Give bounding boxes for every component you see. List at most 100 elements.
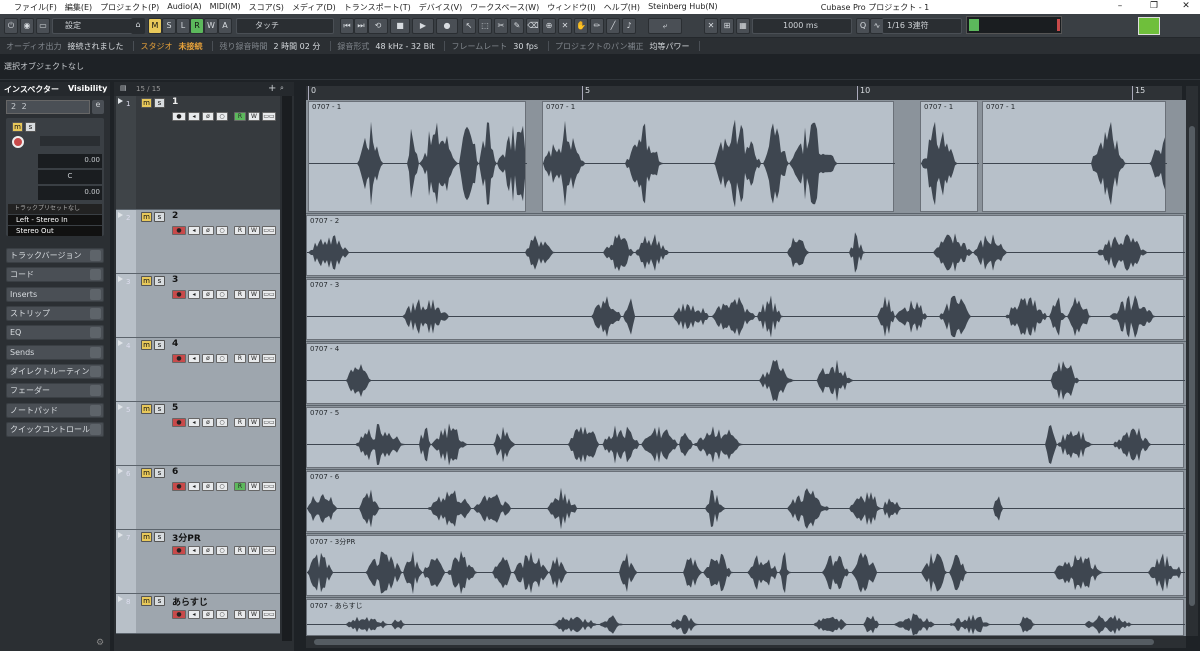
- monitor-button[interactable]: ◂: [188, 290, 200, 299]
- read-automation-button[interactable]: R: [234, 112, 246, 121]
- edit-in-place-button[interactable]: ▭▭: [262, 482, 276, 491]
- phase-button[interactable]: ø: [202, 112, 214, 121]
- menu-media[interactable]: メディア(D): [292, 2, 336, 13]
- edit-in-place-button[interactable]: ▭▭: [262, 418, 276, 427]
- write-automation-button[interactable]: W: [248, 418, 260, 427]
- track-preset-field[interactable]: トラックプリセットなし: [8, 204, 102, 214]
- timebase-button[interactable]: ○: [216, 482, 228, 491]
- phase-button[interactable]: ø: [202, 226, 214, 235]
- track-solo-button[interactable]: s: [154, 340, 165, 350]
- split-tool-icon[interactable]: ✂: [494, 18, 508, 34]
- delay-value[interactable]: 0.00: [38, 186, 102, 200]
- track-lane[interactable]: 0707 - 4: [306, 342, 1186, 406]
- timebase-button[interactable]: ○: [216, 354, 228, 363]
- track-mute-button[interactable]: m: [141, 596, 152, 606]
- timebase-button[interactable]: ○: [216, 418, 228, 427]
- track-name[interactable]: 5: [172, 403, 178, 413]
- expand-icon[interactable]: [118, 468, 123, 474]
- read-automation-button[interactable]: R: [234, 482, 246, 491]
- track-name[interactable]: あらすじ: [172, 595, 208, 608]
- read-automation-button[interactable]: R: [234, 354, 246, 363]
- menu-project[interactable]: プロジェクト(P): [100, 2, 159, 13]
- go-to-start-icon[interactable]: ⏮: [340, 18, 354, 34]
- maximize-icon[interactable]: ❐: [1144, 1, 1164, 11]
- read-automation-button[interactable]: R: [234, 546, 246, 555]
- audio-event[interactable]: 0707 - 3: [306, 279, 1185, 340]
- track-name[interactable]: 3: [172, 275, 178, 285]
- quantize-preset-select[interactable]: 1/16 3連符: [882, 18, 962, 34]
- monitor-button[interactable]: ◂: [188, 226, 200, 235]
- record-enable-button[interactable]: ●: [172, 112, 186, 121]
- record-enable-button[interactable]: ●: [172, 354, 186, 363]
- audio-event[interactable]: 0707 - 1: [920, 101, 979, 212]
- section-track-versions[interactable]: トラックバージョン: [6, 248, 104, 263]
- phase-button[interactable]: ø: [202, 418, 214, 427]
- track-solo-button[interactable]: s: [154, 596, 165, 606]
- track-lane[interactable]: 0707 - 1 0707 - 1 0707 - 1 0707 - 1: [306, 100, 1186, 214]
- automation-mode-select[interactable]: タッチ: [236, 18, 334, 34]
- expand-icon[interactable]: [118, 98, 123, 104]
- read-automation-button[interactable]: R: [234, 418, 246, 427]
- menu-transport[interactable]: トランスポート(T): [344, 2, 411, 13]
- audio-event[interactable]: 0707 - 3分PR: [306, 535, 1185, 596]
- track-header[interactable]: 2 m s 2 ● ◂ ø ○ R W ▭▭: [116, 210, 280, 274]
- arrange-window[interactable]: 0707 - 1 0707 - 1 0707 - 1 0707 - 1 0707 - 2…: [306, 100, 1186, 636]
- monitor-button[interactable]: ◂: [188, 418, 200, 427]
- range-tool-icon[interactable]: ⬚: [478, 18, 492, 34]
- inspector-record-icon[interactable]: [12, 136, 24, 148]
- track-header[interactable]: 8 m s あらすじ ● ◂ ø ○ R W ▭▭: [116, 594, 280, 634]
- write-automation-button[interactable]: W: [248, 290, 260, 299]
- edit-in-place-button[interactable]: ▭▭: [262, 610, 276, 619]
- write-automation-button[interactable]: W: [248, 610, 260, 619]
- track-header[interactable]: 1 m s 1 ● ◂ ø ○ R W ▭▭: [116, 96, 280, 210]
- track-mute-button[interactable]: m: [141, 532, 152, 542]
- read-automation-button[interactable]: R: [234, 610, 246, 619]
- activate-project-icon[interactable]: ⏻: [4, 18, 18, 34]
- search-icon[interactable]: ⌕: [280, 84, 284, 93]
- write-automation-button[interactable]: W: [248, 546, 260, 555]
- inspector-solo-button[interactable]: s: [25, 122, 36, 132]
- glue-tool-icon[interactable]: ✎: [510, 18, 524, 34]
- menu-steinberg-hub[interactable]: Steinberg Hub(N): [648, 2, 718, 13]
- track-mute-button[interactable]: m: [141, 340, 152, 350]
- write-automation-button[interactable]: W: [248, 226, 260, 235]
- hand-tool-icon[interactable]: ✋: [574, 18, 588, 34]
- section-notepad[interactable]: ノートパッド: [6, 403, 104, 418]
- menu-workspace[interactable]: ワークスペース(W): [470, 2, 539, 13]
- timeline-ruler[interactable]: 0 5 10 15: [306, 86, 1182, 100]
- edit-in-place-button[interactable]: ▭▭: [262, 290, 276, 299]
- audio-event[interactable]: 0707 - 4: [306, 343, 1185, 404]
- monitor-button[interactable]: ◂: [188, 610, 200, 619]
- erase-tool-icon[interactable]: ⌫: [526, 18, 540, 34]
- mute-tool-icon[interactable]: ✕: [558, 18, 572, 34]
- horizontal-scrollbar[interactable]: [306, 636, 1186, 648]
- timebase-button[interactable]: ○: [216, 112, 228, 121]
- timebase-button[interactable]: ○: [216, 546, 228, 555]
- menu-audio[interactable]: Audio(A): [167, 2, 201, 13]
- expand-icon[interactable]: [118, 276, 123, 282]
- track-name[interactable]: 6: [172, 467, 178, 477]
- minimize-icon[interactable]: –: [1110, 1, 1130, 11]
- track-lane[interactable]: 0707 - 6: [306, 470, 1186, 534]
- workspace-preset-select[interactable]: 設定: [52, 18, 142, 34]
- menu-window[interactable]: ウィンドウ(I): [547, 2, 596, 13]
- expand-icon[interactable]: [118, 404, 123, 410]
- gear-icon[interactable]: ⚙: [96, 638, 106, 648]
- monitor-button[interactable]: ◂: [188, 482, 200, 491]
- monitor-button[interactable]: ◂: [188, 354, 200, 363]
- camera-icon[interactable]: ⌂: [131, 18, 145, 34]
- record-icon[interactable]: ●: [436, 18, 458, 34]
- track-solo-button[interactable]: s: [154, 468, 165, 478]
- inspector-track-name[interactable]: 2 2: [6, 100, 90, 114]
- section-chords[interactable]: コード: [6, 267, 104, 282]
- track-lane[interactable]: 0707 - 5: [306, 406, 1186, 470]
- track-header[interactable]: 5 m s 5 ● ◂ ø ○ R W ▭▭: [116, 402, 280, 466]
- track-name[interactable]: 3分PR: [172, 531, 201, 544]
- edit-in-place-button[interactable]: ▭▭: [262, 546, 276, 555]
- section-inserts[interactable]: Inserts: [6, 287, 104, 302]
- track-lane[interactable]: 0707 - 2: [306, 214, 1186, 278]
- solo-mode-button[interactable]: S: [162, 18, 176, 34]
- read-mode-button[interactable]: R: [190, 18, 204, 34]
- menu-edit[interactable]: 編集(E): [65, 2, 92, 13]
- automation-button[interactable]: A: [218, 18, 232, 34]
